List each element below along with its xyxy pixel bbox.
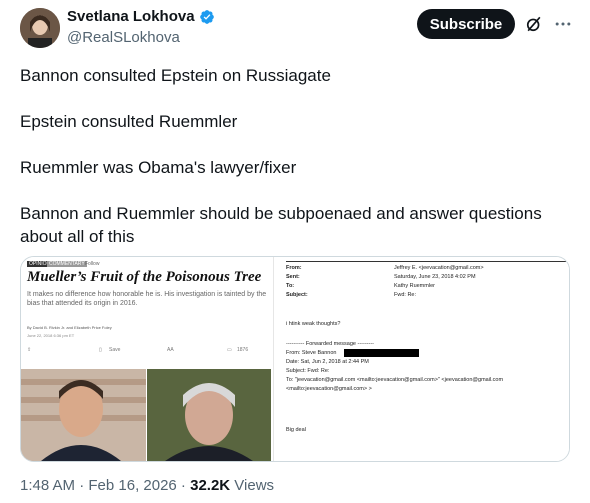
share-icon: ⇪ bbox=[27, 347, 32, 353]
email-forward-to-cont: <mailto:jeevacation@gmail.com> > bbox=[286, 386, 372, 392]
email-sent-label: Sent: bbox=[286, 274, 300, 280]
article-tool-font: AA bbox=[167, 347, 174, 353]
article-follow: Follow bbox=[85, 261, 100, 267]
email-from-value: Jeffrey E. <jeevacation@gmail.com> bbox=[394, 265, 484, 271]
email-forward-to: To: "jeevacation@gmail.com <mailto:jeeva… bbox=[286, 377, 504, 383]
article-tools: ⇪ ▯ Save AA ▭ 1876 bbox=[27, 347, 267, 359]
display-name[interactable]: Svetlana Lokhova bbox=[67, 8, 215, 25]
email-body: i htink weak thoughts? bbox=[286, 321, 341, 327]
article-tool-save: Save bbox=[109, 347, 121, 353]
email-body-2: Big deal bbox=[286, 427, 306, 433]
email-to-label: To: bbox=[286, 283, 295, 289]
views-label: Views bbox=[230, 477, 275, 494]
save-icon: ▯ bbox=[99, 347, 102, 353]
tweet-timestamp[interactable]: 1:48 AM · Feb 16, 2026 · bbox=[20, 477, 190, 494]
tweet-line: Epstein consulted Ruemmler bbox=[20, 112, 238, 131]
article-section: COMMENTARY bbox=[47, 261, 87, 267]
tweet-line: Bannon consulted Epstein on Russiagate bbox=[20, 66, 331, 85]
article-byline: By David B. Rivkin Jr. and Elizabeth Pri… bbox=[27, 325, 112, 330]
email-screenshot: From: Jeffrey E. <jeevacation@gmail.com>… bbox=[273, 257, 569, 461]
email-from-label: From: bbox=[286, 265, 302, 271]
redaction-bar bbox=[344, 349, 419, 357]
grok-icon[interactable] bbox=[524, 14, 544, 34]
email-forward-header: ---------- Forwarded message --------- bbox=[286, 341, 374, 347]
photo-portrait-right bbox=[147, 369, 271, 461]
handle[interactable]: @RealSLokhova bbox=[67, 29, 180, 46]
verified-badge-icon bbox=[199, 9, 214, 24]
email-subject-value: Fwd: Re: bbox=[394, 292, 417, 298]
article-date: June 22, 2018 6:36 pm ET bbox=[27, 333, 75, 338]
comment-icon: ▭ bbox=[227, 347, 232, 353]
article-title: Mueller’s Fruit of the Poisonous Tree bbox=[27, 269, 262, 285]
email-forward-date: Date: Sat, Jun 2­, 2018 at 2:44 PM bbox=[286, 359, 369, 365]
email-subject-label: Subject: bbox=[286, 292, 308, 298]
tweet-line: Bannon and Ruemmler should be subpoenaed… bbox=[20, 204, 542, 246]
tweet-media-image[interactable]: OPINION COMMENTARY Follow Mueller’s Frui… bbox=[20, 256, 570, 462]
email-forward-from: From: Steve Bannon bbox=[286, 350, 337, 356]
display-name-text[interactable]: Svetlana Lokhova bbox=[67, 8, 195, 25]
tweet-header: Svetlana Lokhova @RealSLokhova Subscribe bbox=[0, 0, 590, 56]
tweet-line: Ruemmler was Obama's lawyer/fixer bbox=[20, 158, 297, 177]
views-count: 32.2K bbox=[190, 477, 231, 494]
photo-portrait-left bbox=[21, 369, 146, 461]
email-sent-value: Saturday, June 23, 2018 4:02 PM bbox=[394, 274, 476, 280]
article-deck: It makes no difference how honorable he … bbox=[27, 291, 267, 307]
article-tool-comments: 1876 bbox=[237, 347, 249, 353]
tweet-meta: 1:48 AM · Feb 16, 2026 · 32.2K Views bbox=[20, 477, 274, 494]
avatar[interactable] bbox=[20, 8, 60, 48]
subscribe-button[interactable]: Subscribe bbox=[417, 9, 515, 39]
email-to-value: Kathy Ruemmler bbox=[394, 283, 435, 289]
more-icon[interactable] bbox=[553, 14, 573, 34]
email-forward-subject: Subject: Fwd: Re: bbox=[286, 368, 330, 374]
article-screenshot: OPINION COMMENTARY Follow Mueller’s Frui… bbox=[21, 257, 271, 461]
